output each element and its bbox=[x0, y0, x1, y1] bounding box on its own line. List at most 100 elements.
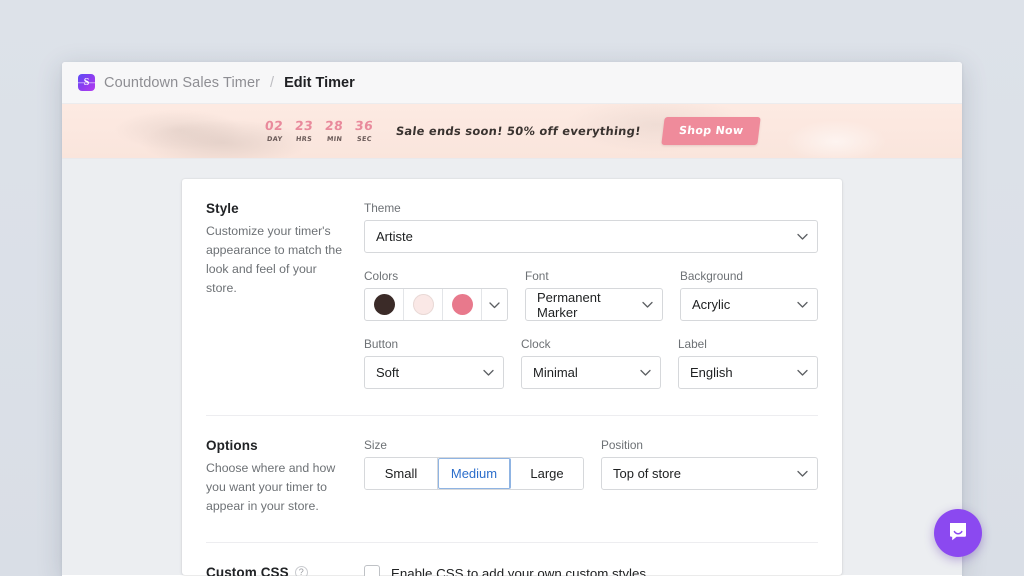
size-position-row: Size Small Medium Large Position Top of … bbox=[364, 438, 818, 490]
clock-style-select[interactable]: Minimal bbox=[521, 356, 661, 389]
section-style-description: Customize your timer's appearance to mat… bbox=[206, 224, 343, 296]
section-custom-css-fields: Enable CSS to add your own custom styles bbox=[364, 565, 818, 576]
section-style-fields: Theme Artiste Colors Font Permanent Mark… bbox=[364, 201, 818, 389]
chevron-down-icon bbox=[642, 301, 653, 308]
countdown-days-value: 02 bbox=[264, 118, 285, 134]
countdown-seconds-value: 36 bbox=[354, 118, 375, 134]
background-value: Acrylic bbox=[692, 297, 731, 312]
label-language-label: Label bbox=[678, 337, 707, 351]
section-style-description-block: Style Customize your timer's appearance … bbox=[206, 201, 364, 389]
page-root: S Countdown Sales Timer / Edit Timer 02 … bbox=[0, 0, 1024, 576]
section-options-description: Choose where and how you want your timer… bbox=[206, 461, 336, 514]
button-style-select[interactable]: Soft bbox=[364, 356, 504, 389]
timer-preview-content: 02 DAY 23 HRS 28 MIN 36 SEC Sale ends so… bbox=[264, 117, 762, 145]
enable-css-checkbox[interactable] bbox=[364, 565, 380, 576]
chevron-down-icon bbox=[797, 369, 808, 376]
button-style-label: Button bbox=[364, 337, 399, 351]
colors-label: Colors bbox=[364, 269, 399, 283]
countdown-minutes-label: MIN bbox=[326, 134, 343, 143]
question-mark-icon[interactable]: ? bbox=[294, 566, 308, 576]
chat-launcher-button[interactable] bbox=[934, 509, 982, 557]
banner-message: Sale ends soon! 50% off everything! bbox=[395, 124, 643, 138]
color-more-button[interactable] bbox=[482, 289, 507, 320]
section-custom-css-title: Custom CSS bbox=[206, 565, 289, 576]
color-dot-3 bbox=[451, 294, 473, 315]
color-dot-1 bbox=[373, 294, 395, 315]
color-swatch-1[interactable] bbox=[365, 289, 404, 320]
countdown-unit-day: 02 DAY bbox=[264, 118, 285, 143]
section-options-description-block: Options Choose where and how you want yo… bbox=[206, 438, 364, 516]
chevron-down-icon bbox=[483, 369, 494, 376]
background-select[interactable]: Acrylic bbox=[680, 288, 818, 321]
size-option-medium[interactable]: Medium bbox=[438, 458, 511, 489]
countdown-days-label: DAY bbox=[266, 134, 283, 143]
font-value: Permanent Marker bbox=[537, 289, 601, 320]
theme-value: Artiste bbox=[376, 229, 413, 244]
label-language-field: Label English bbox=[678, 337, 818, 389]
button-style-value: Soft bbox=[376, 365, 400, 380]
settings-content: Style Customize your timer's appearance … bbox=[62, 159, 962, 576]
custom-css-title-row: Custom CSS ? bbox=[206, 565, 346, 576]
color-swatch-group[interactable] bbox=[364, 288, 508, 321]
colors-font-background-row: Colors Font Permanent Marker Background … bbox=[364, 269, 818, 321]
chevron-down-icon bbox=[640, 369, 651, 376]
chevron-down-icon bbox=[797, 470, 808, 477]
clock-style-value: Minimal bbox=[533, 365, 578, 380]
theme-select[interactable]: Artiste bbox=[364, 220, 818, 253]
section-options-fields: Size Small Medium Large Position Top of … bbox=[364, 438, 818, 516]
intercom-chat-icon bbox=[947, 520, 969, 547]
section-style-title: Style bbox=[206, 201, 239, 216]
section-style: Style Customize your timer's appearance … bbox=[206, 179, 818, 416]
countdown-hours-label: HRS bbox=[296, 134, 313, 143]
app-window: S Countdown Sales Timer / Edit Timer 02 … bbox=[62, 62, 962, 576]
clock-style-field: Clock Minimal bbox=[521, 337, 661, 389]
clock-style-label: Clock bbox=[521, 337, 551, 351]
page-title: Edit Timer bbox=[284, 74, 355, 91]
label-language-select[interactable]: English bbox=[678, 356, 818, 389]
shop-now-button[interactable]: Shop Now bbox=[661, 117, 762, 145]
chevron-down-icon bbox=[489, 296, 500, 314]
countdown-clock: 02 DAY 23 HRS 28 MIN 36 SEC bbox=[264, 118, 375, 143]
countdown-minutes-value: 28 bbox=[324, 118, 345, 134]
background-field: Background Acrylic bbox=[680, 269, 818, 321]
button-clock-label-row: Button Soft Clock Minimal Label English bbox=[364, 337, 818, 389]
size-field: Size Small Medium Large bbox=[364, 438, 584, 490]
position-value: Top of store bbox=[613, 466, 681, 481]
section-custom-css-description-block: Custom CSS ? bbox=[206, 565, 364, 576]
colors-field: Colors bbox=[364, 269, 508, 321]
section-options: Options Choose where and how you want yo… bbox=[206, 416, 818, 544]
position-label: Position bbox=[601, 438, 643, 452]
timer-preview-banner: 02 DAY 23 HRS 28 MIN 36 SEC Sale ends so… bbox=[62, 104, 962, 159]
enable-css-row[interactable]: Enable CSS to add your own custom styles bbox=[364, 565, 818, 576]
breadcrumb-app-link[interactable]: Countdown Sales Timer bbox=[104, 75, 260, 91]
font-label: Font bbox=[525, 269, 549, 283]
chevron-down-icon bbox=[797, 301, 808, 308]
theme-label: Theme bbox=[364, 201, 401, 215]
size-label: Size bbox=[364, 438, 387, 452]
app-icon-glyph: S bbox=[83, 76, 90, 88]
background-label: Background bbox=[680, 269, 743, 283]
color-dot-2 bbox=[412, 294, 434, 315]
font-select[interactable]: Permanent Marker bbox=[525, 288, 663, 321]
countdown-unit-sec: 36 SEC bbox=[354, 118, 375, 143]
shopify-app-icon: S bbox=[78, 74, 95, 91]
breadcrumb-separator: / bbox=[270, 74, 275, 91]
size-segmented-control[interactable]: Small Medium Large bbox=[364, 457, 584, 490]
color-swatch-3[interactable] bbox=[443, 289, 482, 320]
font-field: Font Permanent Marker bbox=[525, 269, 663, 321]
position-field: Position Top of store bbox=[601, 438, 818, 490]
label-language-value: English bbox=[690, 365, 733, 380]
color-swatch-2[interactable] bbox=[404, 289, 443, 320]
countdown-hours-value: 23 bbox=[294, 118, 315, 134]
countdown-unit-hrs: 23 HRS bbox=[294, 118, 315, 143]
breadcrumb-bar: S Countdown Sales Timer / Edit Timer bbox=[62, 62, 962, 104]
chevron-down-icon bbox=[797, 233, 808, 240]
countdown-seconds-label: SEC bbox=[356, 134, 373, 143]
theme-field: Theme Artiste bbox=[364, 201, 818, 253]
size-option-small[interactable]: Small bbox=[365, 458, 438, 489]
countdown-unit-min: 28 MIN bbox=[324, 118, 345, 143]
settings-card: Style Customize your timer's appearance … bbox=[182, 179, 842, 576]
position-select[interactable]: Top of store bbox=[601, 457, 818, 490]
size-option-large[interactable]: Large bbox=[511, 458, 583, 489]
enable-css-label: Enable CSS to add your own custom styles bbox=[391, 565, 646, 576]
